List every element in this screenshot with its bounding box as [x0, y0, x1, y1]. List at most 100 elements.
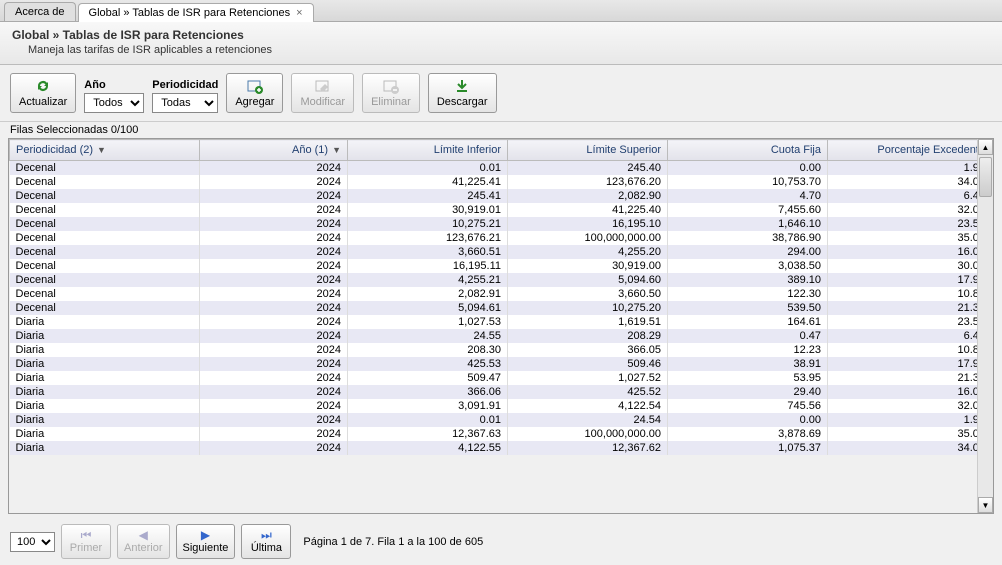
delete-icon: [383, 78, 399, 94]
cell-porcentaje-excedente: 16.00: [828, 385, 978, 399]
tab-isr-retenciones[interactable]: Global » Tablas de ISR para Retenciones …: [78, 3, 314, 22]
scroll-thumb[interactable]: [979, 157, 992, 197]
table-row[interactable]: Decenal202430,919.0141,225.407,455.6032.…: [10, 203, 978, 217]
table-row[interactable]: Diaria2024208.30366.0512.2310.88: [10, 343, 978, 357]
download-button[interactable]: Descargar: [428, 73, 497, 113]
cell-porcentaje-excedente: 21.36: [828, 371, 978, 385]
table-row[interactable]: Decenal202416,195.1130,919.003,038.5030.…: [10, 259, 978, 273]
cell-limite-superior: 3,660.50: [508, 287, 668, 301]
pager: 100 ⏮ Primer ◀ Anterior ▶ Siguiente ⏭ Úl…: [0, 518, 1002, 565]
button-label: Siguiente: [183, 542, 229, 554]
button-label: Anterior: [124, 542, 163, 554]
table-row[interactable]: Diaria2024425.53509.4638.9117.92: [10, 357, 978, 371]
table-row[interactable]: Decenal202410,275.2116,195.101,646.1023.…: [10, 217, 978, 231]
cell-periodicidad: Diaria: [10, 385, 200, 399]
table-row[interactable]: Diaria20240.0124.540.001.92: [10, 413, 978, 427]
table-row[interactable]: Diaria20243,091.914,122.54745.5632.00: [10, 399, 978, 413]
add-button[interactable]: Agregar: [226, 73, 283, 113]
col-porcentaje-excedente[interactable]: Porcentaje Excedente: [828, 140, 978, 161]
table-row[interactable]: Decenal20245,094.6110,275.20539.5021.36: [10, 301, 978, 315]
prev-icon: ◀: [139, 529, 148, 541]
cell-limite-inferior: 4,122.55: [348, 441, 508, 455]
periodicity-label: Periodicidad: [152, 79, 218, 91]
table-row[interactable]: Decenal2024245.412,082.904.706.40: [10, 189, 978, 203]
table-row[interactable]: Decenal20240.01245.400.001.92: [10, 161, 978, 176]
col-cuota-fija[interactable]: Cuota Fija: [668, 140, 828, 161]
first-page-button: ⏮ Primer: [61, 524, 111, 559]
cell-limite-inferior: 1,027.53: [348, 315, 508, 329]
toolbar: Actualizar Año Todos Periodicidad Todas …: [0, 65, 1002, 121]
table-row[interactable]: Decenal202441,225.41123,676.2010,753.703…: [10, 175, 978, 189]
cell-periodicidad: Diaria: [10, 427, 200, 441]
cell-cuota-fija: 539.50: [668, 301, 828, 315]
cell-periodicidad: Decenal: [10, 175, 200, 189]
cell-porcentaje-excedente: 17.92: [828, 357, 978, 371]
cell-cuota-fija: 10,753.70: [668, 175, 828, 189]
last-icon: ⏭: [261, 529, 272, 541]
cell-periodicidad: Decenal: [10, 287, 200, 301]
close-icon[interactable]: ×: [296, 7, 302, 19]
page-subtitle: Maneja las tarifas de ISR aplicables a r…: [28, 44, 990, 56]
table-row[interactable]: Decenal20243,660.514,255.20294.0016.00: [10, 245, 978, 259]
scroll-up-icon[interactable]: ▲: [978, 139, 993, 155]
table-row[interactable]: Decenal2024123,676.21100,000,000.0038,78…: [10, 231, 978, 245]
cell-limite-inferior: 16,195.11: [348, 259, 508, 273]
cell-cuota-fija: 294.00: [668, 245, 828, 259]
pager-status: Página 1 de 7. Fila 1 a la 100 de 605: [303, 536, 483, 548]
page-size-select[interactable]: 100: [10, 532, 55, 552]
cell-periodicidad: Decenal: [10, 301, 200, 315]
cell-cuota-fija: 745.56: [668, 399, 828, 413]
refresh-button[interactable]: Actualizar: [10, 73, 76, 113]
cell-periodicidad: Decenal: [10, 231, 200, 245]
sort-desc-icon: ▼: [332, 145, 341, 155]
cell-periodicidad: Decenal: [10, 259, 200, 273]
cell-limite-superior: 123,676.20: [508, 175, 668, 189]
periodicity-field: Periodicidad Todas: [152, 79, 218, 113]
cell-ano: 2024: [200, 301, 348, 315]
cell-limite-inferior: 2,082.91: [348, 287, 508, 301]
cell-limite-inferior: 0.01: [348, 161, 508, 176]
next-page-button[interactable]: ▶ Siguiente: [176, 524, 236, 559]
table-row[interactable]: Decenal20242,082.913,660.50122.3010.88: [10, 287, 978, 301]
cell-limite-inferior: 24.55: [348, 329, 508, 343]
cell-limite-superior: 16,195.10: [508, 217, 668, 231]
table-row[interactable]: Diaria2024509.471,027.5253.9521.36: [10, 371, 978, 385]
table-row[interactable]: Diaria2024366.06425.5229.4016.00: [10, 385, 978, 399]
vertical-scrollbar[interactable]: ▲ ▼: [977, 139, 993, 513]
col-ano[interactable]: Año (1)▼: [200, 140, 348, 161]
cell-limite-superior: 366.05: [508, 343, 668, 357]
table-row[interactable]: Diaria202412,367.63100,000,000.003,878.6…: [10, 427, 978, 441]
cell-limite-inferior: 3,660.51: [348, 245, 508, 259]
col-limite-inferior[interactable]: Límite Inferior: [348, 140, 508, 161]
table-row[interactable]: Diaria202424.55208.290.476.40: [10, 329, 978, 343]
cell-limite-superior: 30,919.00: [508, 259, 668, 273]
cell-periodicidad: Decenal: [10, 217, 200, 231]
cell-porcentaje-excedente: 23.52: [828, 217, 978, 231]
year-select[interactable]: Todos: [84, 93, 144, 113]
add-icon: [247, 78, 263, 94]
cell-cuota-fija: 0.00: [668, 161, 828, 176]
last-page-button[interactable]: ⏭ Última: [241, 524, 291, 559]
cell-periodicidad: Decenal: [10, 245, 200, 259]
year-label: Año: [84, 79, 144, 91]
sort-desc-icon: ▼: [97, 145, 106, 155]
prev-page-button: ◀ Anterior: [117, 524, 170, 559]
cell-periodicidad: Diaria: [10, 399, 200, 413]
tab-bar: Acerca de Global » Tablas de ISR para Re…: [0, 0, 1002, 22]
col-periodicidad[interactable]: Periodicidad (2)▼: [10, 140, 200, 161]
cell-ano: 2024: [200, 399, 348, 413]
col-limite-superior[interactable]: Límite Superior: [508, 140, 668, 161]
cell-porcentaje-excedente: 1.92: [828, 413, 978, 427]
table-row[interactable]: Diaria20241,027.531,619.51164.6123.52: [10, 315, 978, 329]
table-row[interactable]: Diaria20244,122.5512,367.621,075.3734.00: [10, 441, 978, 455]
cell-limite-superior: 10,275.20: [508, 301, 668, 315]
cell-cuota-fija: 12.23: [668, 343, 828, 357]
cell-ano: 2024: [200, 245, 348, 259]
cell-periodicidad: Diaria: [10, 441, 200, 455]
periodicity-select[interactable]: Todas: [152, 93, 218, 113]
tab-acerca-de[interactable]: Acerca de: [4, 2, 76, 21]
cell-porcentaje-excedente: 6.40: [828, 329, 978, 343]
scroll-down-icon[interactable]: ▼: [978, 497, 993, 513]
table-row[interactable]: Decenal20244,255.215,094.60389.1017.92: [10, 273, 978, 287]
cell-limite-inferior: 0.01: [348, 413, 508, 427]
